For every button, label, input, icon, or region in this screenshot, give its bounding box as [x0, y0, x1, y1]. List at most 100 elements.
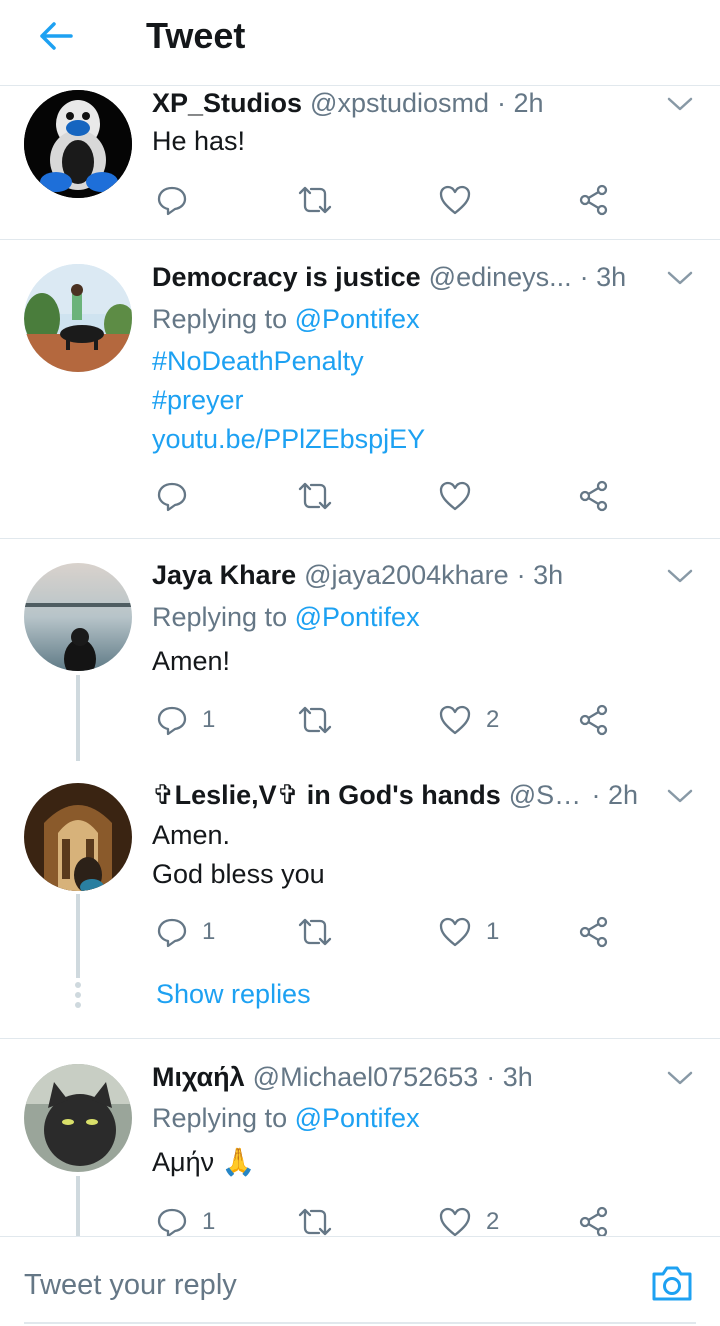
mention-link[interactable]: @Pontifex: [295, 304, 420, 334]
like-button[interactable]: 2: [438, 1202, 499, 1236]
tweet-democracy-is-justice[interactable]: Democracy is justice @edineys... · 3h Re…: [0, 240, 720, 538]
chevron-down-icon[interactable]: [666, 94, 694, 114]
avatar[interactable]: [24, 783, 132, 891]
tweet-text: Amen!: [152, 646, 231, 676]
chevron-down-icon[interactable]: [666, 268, 694, 288]
tweet-text: He has!: [152, 126, 246, 156]
display-name[interactable]: XP_Studios: [152, 86, 302, 120]
reply-button[interactable]: 1: [156, 1202, 215, 1236]
hashtag-link[interactable]: #NoDeathPenalty: [152, 342, 690, 381]
share-button[interactable]: [578, 912, 610, 952]
tweet-header: Jaya Khare @jaya2004khare · 3h: [152, 558, 690, 592]
retweet-icon: [298, 706, 332, 734]
hashtag-link[interactable]: #preyer: [152, 381, 690, 420]
share-button[interactable]: [578, 180, 610, 220]
reply-count: 1: [202, 1208, 216, 1235]
replying-to: Replying to @Pontifex: [152, 304, 420, 334]
timestamp[interactable]: · 2h: [591, 778, 638, 812]
timestamp[interactable]: · 3h: [580, 260, 627, 294]
chevron-down-icon[interactable]: [666, 566, 694, 586]
like-button[interactable]: 2: [438, 700, 499, 740]
mention-link[interactable]: @Pontifex: [295, 602, 420, 632]
retweet-button[interactable]: [297, 476, 333, 516]
tweet-actions: 1 2: [152, 1202, 622, 1236]
thread-dots: [74, 982, 82, 1012]
mention-link[interactable]: @Pontifex: [295, 1103, 420, 1133]
display-name[interactable]: Jaya Khare: [152, 558, 296, 592]
avatar[interactable]: [24, 1064, 132, 1172]
timestamp[interactable]: · 3h: [517, 558, 564, 592]
tweet-body: Replying to @Pontifex #NoDeathPenalty #p…: [152, 300, 690, 459]
handle[interactable]: @So...: [509, 778, 584, 812]
retweet-button[interactable]: [297, 180, 333, 220]
retweet-button[interactable]: [297, 912, 333, 952]
heart-icon: [439, 185, 471, 215]
handle[interactable]: @edineys...: [429, 260, 572, 294]
avatar[interactable]: [24, 563, 132, 671]
display-name[interactable]: ✞Leslie,V✞ in God's hands: [152, 778, 501, 812]
reply-count: 1: [202, 706, 216, 733]
like-count: 2: [486, 706, 500, 733]
reply-icon: [157, 1208, 187, 1236]
arrow-left-icon: [40, 22, 73, 50]
reply-input[interactable]: [24, 1265, 624, 1305]
input-underline: [24, 1322, 696, 1324]
timestamp[interactable]: · 2h: [497, 86, 544, 120]
share-icon: [579, 184, 608, 216]
reply-composer: [0, 1236, 720, 1326]
retweet-button[interactable]: [297, 1202, 333, 1236]
share-button[interactable]: [578, 476, 610, 516]
reply-icon: [157, 706, 187, 736]
like-count: 2: [486, 1208, 500, 1235]
thread-line: [76, 1176, 80, 1236]
tweet-body: Amen. God bless you: [152, 816, 690, 894]
back-button[interactable]: [34, 14, 78, 58]
tweet-header: XP_Studios @xpstudiosmd · 2h: [152, 86, 690, 120]
page-title: Tweet: [146, 15, 246, 56]
share-icon: [579, 916, 608, 948]
avatar[interactable]: [24, 90, 132, 198]
chevron-down-icon[interactable]: [666, 1068, 694, 1088]
reply-feed[interactable]: XP_Studios @xpstudiosmd · 2h He has! Dem…: [0, 86, 720, 1236]
share-icon: [579, 704, 608, 736]
retweet-icon: [298, 1208, 332, 1236]
camera-button[interactable]: [650, 1263, 694, 1303]
handle[interactable]: @jaya2004khare: [304, 558, 509, 592]
like-button[interactable]: 1: [438, 912, 499, 952]
timestamp[interactable]: · 3h: [486, 1060, 533, 1094]
tweet-actions: [152, 476, 622, 516]
reply-count: 1: [202, 918, 216, 945]
share-button[interactable]: [578, 1202, 610, 1236]
reply-button[interactable]: 1: [156, 912, 215, 952]
heart-icon: [439, 705, 471, 735]
display-name[interactable]: Democracy is justice: [152, 260, 421, 294]
tweet-actions: [152, 180, 622, 220]
display-name[interactable]: Μιχαήλ: [152, 1060, 245, 1094]
tweet-actions: 1 1: [152, 912, 622, 952]
show-replies-link[interactable]: Show replies: [156, 977, 311, 1011]
url-link[interactable]: youtu.be/PPlZEbspjEY: [152, 420, 690, 459]
reply-button[interactable]: 1: [156, 700, 215, 740]
reply-button[interactable]: [156, 180, 188, 220]
like-button[interactable]: [438, 476, 472, 516]
tweet-text: God bless you: [152, 859, 325, 889]
handle[interactable]: @xpstudiosmd: [310, 86, 489, 120]
heart-icon: [439, 1207, 471, 1236]
retweet-button[interactable]: [297, 700, 333, 740]
tweet-xp-studios[interactable]: XP_Studios @xpstudiosmd · 2h He has!: [0, 86, 720, 240]
reply-button[interactable]: [156, 476, 188, 516]
retweet-icon: [298, 186, 332, 214]
handle[interactable]: @Michael0752653: [253, 1060, 479, 1094]
reply-icon: [157, 918, 187, 948]
tweet-header: Μιχαήλ @Michael0752653 · 3h: [152, 1060, 690, 1094]
avatar[interactable]: [24, 264, 132, 372]
top-bar: Tweet: [0, 0, 720, 86]
share-button[interactable]: [578, 700, 610, 740]
chevron-down-icon[interactable]: [666, 786, 694, 806]
like-button[interactable]: [438, 180, 472, 220]
heart-icon: [439, 917, 471, 947]
retweet-icon: [298, 918, 332, 946]
reply-icon: [157, 186, 187, 216]
tweet-text: Αμήν 🙏: [152, 1147, 256, 1177]
tweet-header: Democracy is justice @edineys... · 3h: [152, 260, 690, 294]
